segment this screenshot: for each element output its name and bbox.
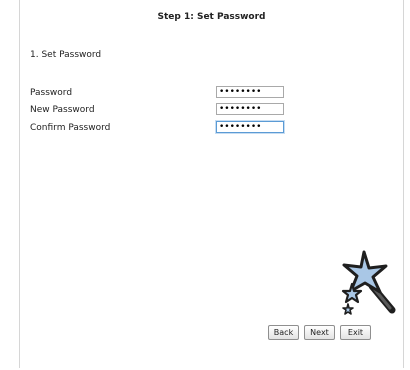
confirm-password-label: Confirm Password xyxy=(30,123,111,133)
password-row: Password xyxy=(30,86,290,100)
password-label: Password xyxy=(30,88,73,98)
next-button[interactable]: Next xyxy=(304,325,335,340)
password-input[interactable] xyxy=(216,86,284,98)
new-password-label: New Password xyxy=(30,105,95,115)
exit-button[interactable]: Exit xyxy=(340,325,371,340)
confirm-password-row: Confirm Password xyxy=(30,121,290,135)
new-password-input[interactable] xyxy=(216,103,284,115)
section-heading: 1. Set Password xyxy=(30,50,102,60)
back-button[interactable]: Back xyxy=(268,325,299,340)
confirm-password-input[interactable] xyxy=(216,121,284,133)
new-password-row: New Password xyxy=(30,103,290,117)
page-title: Step 1: Set Password xyxy=(157,12,266,22)
magic-wand-stars-icon xyxy=(341,250,396,315)
